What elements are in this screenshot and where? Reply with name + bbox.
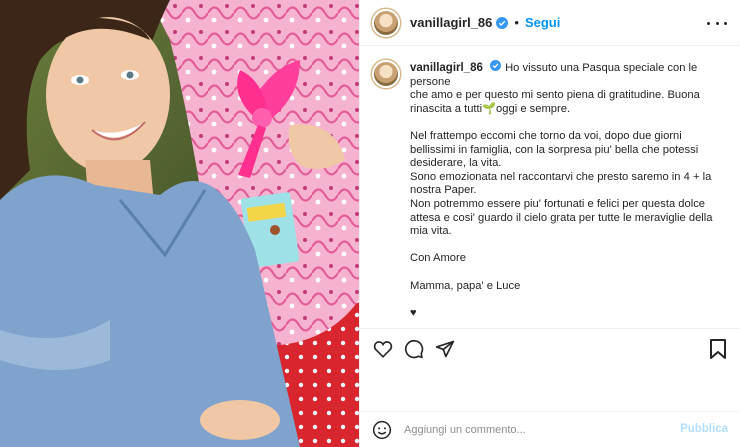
verified-badge-icon <box>496 16 509 29</box>
more-options-icon[interactable] <box>707 15 727 31</box>
caption-line: Non potremmo essere piu' fortunati e fel… <box>410 197 706 210</box>
post-photo[interactable] <box>0 0 359 447</box>
caption-line: nostra Paper. <box>410 184 477 197</box>
avatar[interactable] <box>372 8 400 37</box>
share-paper-plane-icon[interactable] <box>434 338 456 360</box>
verified-badge-icon <box>489 60 502 72</box>
publish-button[interactable]: Pubblica <box>680 423 728 435</box>
follow-button[interactable]: Segui <box>525 15 560 30</box>
caption-line: Nel frattempo eccomi che torno da voi, d… <box>410 129 682 142</box>
caption-avatar[interactable] <box>372 60 400 88</box>
post-header: vanillagirl_86 • Segui <box>360 0 740 46</box>
caption-username[interactable]: vanillagirl_86 <box>410 62 483 74</box>
caption-line: che amo e per questo mi sento piena di g… <box>410 89 700 102</box>
signature: Mamma, papa' e Luce <box>410 279 521 292</box>
sign-off: Con Amore <box>410 252 466 265</box>
action-bar <box>360 328 740 368</box>
photo-illustration <box>0 0 359 447</box>
caption-line: Sono emozionata nel raccontarvi che pres… <box>410 170 712 183</box>
bookmark-icon[interactable] <box>709 338 729 360</box>
heart-emoji: ♥ <box>410 306 417 319</box>
caption-line: mia vita. <box>410 225 452 238</box>
caption-body: vanillagirl_86 Ho vissuto una Pasqua spe… <box>410 60 725 328</box>
comment-input[interactable] <box>404 423 664 436</box>
caption-line: bellissimi in famiglia, con la sorpresa … <box>410 143 699 156</box>
caption-line: rinascita a tutti🌱oggi e sempre. <box>410 102 571 115</box>
separator-dot: • <box>514 15 519 30</box>
caption: vanillagirl_86 Ho vissuto una Pasqua spe… <box>360 46 740 328</box>
emoji-smiley-icon[interactable] <box>372 420 392 440</box>
caption-line: desiderare, la vita. <box>410 157 502 170</box>
post-panel: vanillagirl_86 • Segui vanillagirl_86 Ho… <box>359 0 740 447</box>
comment-bubble-icon[interactable] <box>403 338 425 360</box>
like-heart-icon[interactable] <box>372 338 394 360</box>
caption-line: attesa e cosi' guardo il cielo grata per… <box>410 211 713 224</box>
comment-bar: Pubblica <box>360 411 740 447</box>
header-username[interactable]: vanillagirl_86 <box>410 15 492 30</box>
